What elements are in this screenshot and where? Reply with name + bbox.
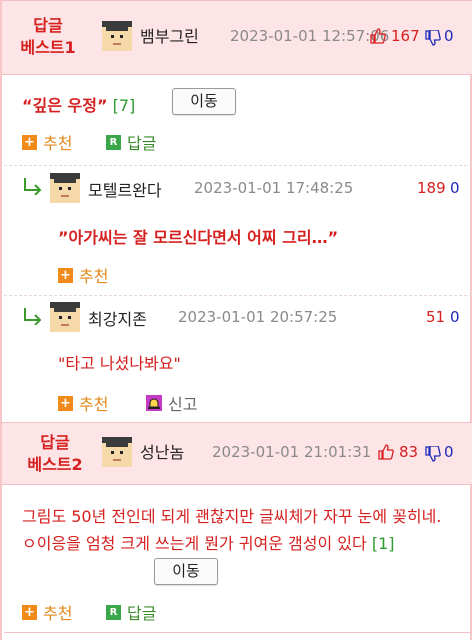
divider (4, 165, 472, 166)
reply-count[interactable]: [7] (113, 96, 136, 115)
thumbs-up-icon[interactable] (370, 28, 386, 44)
reply-r-icon: R (106, 134, 121, 150)
avatar[interactable] (50, 173, 80, 203)
plus-icon: + (22, 604, 37, 620)
username[interactable]: 모텔르완다 (88, 177, 162, 201)
thumbs-down-icon[interactable] (425, 30, 441, 46)
recommend-button[interactable]: + 추천 (58, 263, 108, 287)
username[interactable]: 최강지존 (88, 306, 147, 330)
best-comment-1-header: 답글 베스트1 뱀부그린 2023-01-01 12:57:06 167 0 (2, 0, 472, 75)
reply-label: 답글 (127, 134, 157, 153)
reply-arrow-icon (24, 178, 42, 195)
downvote-count: 0 (450, 179, 460, 197)
upvote-count: 167 (391, 27, 420, 45)
best-badge-line1: 답글 (33, 16, 63, 35)
thumbs-up-icon[interactable] (378, 444, 394, 460)
avatar[interactable] (102, 437, 132, 467)
recommend-label: 추천 (43, 134, 73, 153)
reply-button[interactable]: R 답글 (106, 130, 156, 154)
reply-arrow-icon (24, 308, 42, 325)
comment-text: 그림도 50년 전인데 되게 괜찮지만 글씨체가 자꾸 눈에 꽂히네. ㅇ이응을… (22, 503, 454, 557)
best-badge-line1: 답글 (40, 433, 70, 452)
thumbs-down-icon[interactable] (425, 446, 441, 462)
username[interactable]: 뱀부그린 (140, 23, 199, 47)
move-button[interactable]: 이동 (172, 88, 236, 115)
avatar[interactable] (102, 21, 132, 51)
best-badge-line2: 베스트2 (27, 455, 83, 474)
recommend-button[interactable]: + 추천 (22, 130, 72, 154)
reply-count[interactable]: [1] (372, 534, 395, 553)
comment-text: “깊은 우정” [7] (22, 92, 135, 116)
reply-r-icon: R (106, 604, 121, 620)
upvote-count: 83 (399, 443, 419, 461)
best-badge: 답글 베스트1 (18, 15, 78, 59)
best-badge-line2: 베스트1 (20, 38, 76, 57)
divider (4, 295, 472, 296)
username[interactable]: 성난놈 (140, 439, 184, 463)
timestamp: 2023-01-01 21:01:31 (212, 443, 372, 461)
recommend-label: 추천 (79, 267, 109, 286)
plus-icon: + (22, 134, 37, 150)
avatar[interactable] (50, 302, 80, 332)
reply-button[interactable]: R 답글 (106, 600, 156, 624)
timestamp: 2023-01-01 20:57:25 (178, 308, 338, 326)
report-siren-icon (146, 395, 162, 411)
recommend-label: 추천 (43, 604, 73, 623)
timestamp: 2023-01-01 17:48:25 (194, 179, 354, 197)
recommend-button[interactable]: + 추천 (22, 600, 72, 624)
timestamp: 2023-01-01 12:57:06 (230, 27, 390, 45)
best-comment-2-header: 답글 베스트2 성난놈 2023-01-01 21:01:31 83 0 (2, 422, 472, 485)
divider (4, 632, 472, 633)
report-label: 신고 (168, 395, 198, 414)
reply-text: "타고 나셨나봐요" (58, 354, 181, 373)
downvote-count: 0 (444, 27, 454, 45)
reply-label: 답글 (127, 604, 157, 623)
plus-icon: + (58, 267, 73, 283)
downvote-count: 0 (444, 443, 454, 461)
recommend-label: 추천 (79, 395, 109, 414)
report-button[interactable]: 신고 (146, 391, 197, 415)
downvote-count: 0 (450, 308, 460, 326)
upvote-count: 189 (417, 179, 446, 197)
move-button[interactable]: 이동 (154, 558, 218, 585)
comment-quote: “깊은 우정” (22, 96, 108, 115)
reply-text: ”아가씨는 잘 모르신다면서 어찌 그리…” (58, 228, 339, 247)
recommend-button[interactable]: + 추천 (58, 391, 108, 415)
best-badge: 답글 베스트2 (22, 432, 88, 476)
plus-icon: + (58, 395, 73, 411)
upvote-count: 51 (426, 308, 446, 326)
comment-list: 답글 베스트1 뱀부그린 2023-01-01 12:57:06 167 0 “… (0, 0, 472, 640)
